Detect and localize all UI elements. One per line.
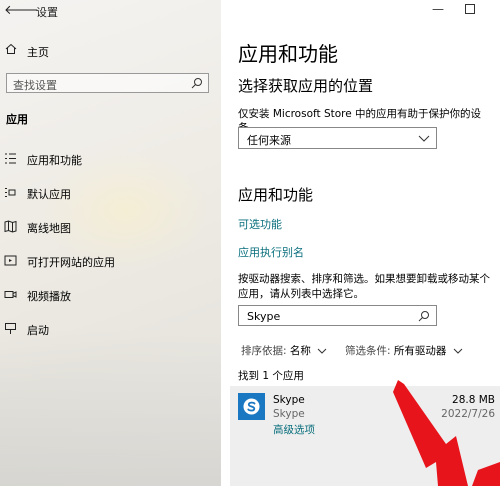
app-execution-alias-link[interactable]: 应用执行别名 xyxy=(238,244,304,260)
sidebar-item-label: 可打开网站的应用 xyxy=(27,256,115,269)
sort-value: 名称 xyxy=(289,345,311,357)
sidebar-item-default-apps[interactable]: 默认应用 xyxy=(0,182,221,204)
startup-icon xyxy=(5,323,16,334)
sidebar-item-offline-maps[interactable]: 离线地图 xyxy=(0,216,221,238)
chevron-down-icon xyxy=(453,348,463,354)
sidebar-item-label: 视频播放 xyxy=(27,290,71,303)
app-title: 设置 xyxy=(36,6,58,19)
sidebar-item-apps-features[interactable]: 应用和功能 xyxy=(0,148,221,170)
install-source-value: 任何来源 xyxy=(247,134,291,147)
sort-dropdown[interactable]: 排序依据: 名称 xyxy=(241,343,327,358)
apps-for-websites-icon xyxy=(4,255,17,266)
chevron-down-icon xyxy=(317,348,327,354)
home-label: 主页 xyxy=(27,46,49,59)
apps-features-heading: 应用和功能 xyxy=(238,186,314,204)
filter-value: 所有驱动器 xyxy=(393,345,447,357)
optional-features-link[interactable]: 可选功能 xyxy=(238,216,282,232)
app-list-search-input[interactable]: Skype xyxy=(238,305,437,326)
app-row-truncated-text: 20 xyxy=(490,465,500,476)
offline-maps-icon xyxy=(4,220,17,233)
main-content: — 应用和功能 选择获取应用的位置 仅安装 Microsoft Store 中的… xyxy=(221,0,500,486)
search-icon xyxy=(191,78,202,89)
filter-dropdown[interactable]: 筛选条件: 所有驱动器 xyxy=(345,343,463,358)
settings-sidebar: 🡐 设置 主页 查找设置 应用 应用和功能 默认应用 离线地图 可打开网站的应用… xyxy=(0,0,221,486)
install-source-heading: 选择获取应用的位置 xyxy=(238,77,374,95)
app-size: 28.8 MB xyxy=(452,394,495,406)
app-name: Skype xyxy=(273,394,305,406)
sort-key: 排序依据: xyxy=(241,345,287,357)
app-install-date: 2022/7/26 xyxy=(441,408,495,420)
back-button[interactable]: 🡐 xyxy=(4,2,39,20)
sidebar-item-video-playback[interactable]: 视频播放 xyxy=(0,284,221,306)
maximize-button[interactable] xyxy=(465,4,475,14)
sidebar-item-label: 启动 xyxy=(27,324,49,337)
app-search-value: Skype xyxy=(247,310,281,323)
apps-features-icon xyxy=(5,153,16,164)
sidebar-item-label: 默认应用 xyxy=(27,188,71,201)
search-icon xyxy=(418,311,429,322)
page-title: 应用和功能 xyxy=(238,42,338,66)
home-icon xyxy=(5,43,17,54)
default-apps-icon xyxy=(5,188,16,197)
minimize-button[interactable]: — xyxy=(431,1,445,17)
home-nav-item[interactable]: 主页 xyxy=(0,40,221,62)
results-count: 找到 1 个应用 xyxy=(238,370,304,382)
app-publisher: Skype xyxy=(273,408,305,420)
sidebar-item-label: 应用和功能 xyxy=(27,154,82,167)
chevron-down-icon xyxy=(418,135,430,142)
filter-key: 筛选条件: xyxy=(345,345,391,357)
video-playback-icon xyxy=(4,291,17,298)
app-list-item-skype[interactable]: Skype Skype 高级选项 28.8 MB 2022/7/26 20 xyxy=(230,386,500,486)
settings-search-input[interactable]: 查找设置 xyxy=(6,73,209,93)
title-bar: 🡐 设置 xyxy=(0,0,221,22)
install-source-dropdown[interactable]: 任何来源 xyxy=(238,127,437,149)
skype-icon xyxy=(238,393,265,420)
sidebar-item-label: 离线地图 xyxy=(27,222,71,235)
sidebar-item-startup[interactable]: 启动 xyxy=(0,318,221,340)
search-sort-filter-description: 按驱动器搜索、排序和筛选。如果想要卸载或移动某个应用，请从列表中选择它。 xyxy=(238,273,490,300)
search-placeholder: 查找设置 xyxy=(13,79,57,92)
advanced-options-link[interactable]: 高级选项 xyxy=(273,422,315,437)
sidebar-item-apps-for-websites[interactable]: 可打开网站的应用 xyxy=(0,250,221,272)
section-heading-apps: 应用 xyxy=(6,113,28,126)
